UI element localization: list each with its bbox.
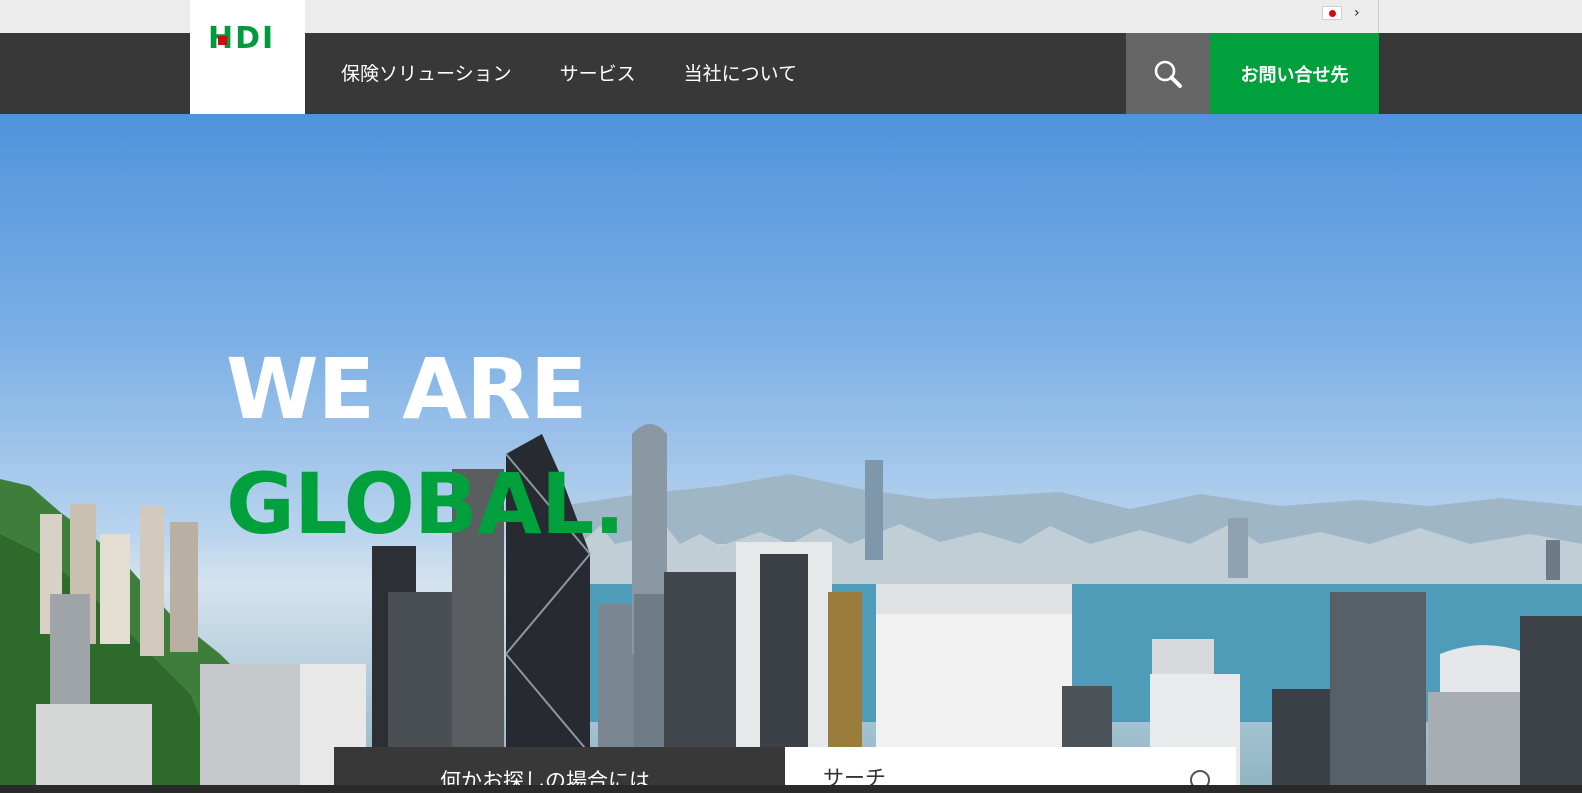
logo-red-mark [218, 36, 227, 45]
nav-item-about-us[interactable]: 当社について [684, 62, 797, 86]
search-icon [1154, 60, 1182, 88]
bottom-strip [0, 785, 1582, 793]
search-panel-label-text: 何かお探しの場合には [440, 769, 650, 787]
divider [1378, 0, 1379, 33]
hero-banner: WE ARE GLOBAL. [0, 114, 1582, 785]
nav-menu: 保険ソリューション サービス 当社について [341, 33, 797, 114]
search-input[interactable] [823, 763, 1163, 787]
japan-flag-icon [1322, 6, 1342, 20]
hdi-logo[interactable]: HDI [190, 0, 305, 114]
chevron-right-icon: › [1354, 5, 1360, 21]
search-panel [785, 747, 1236, 787]
hero-headline-line-1: WE ARE [226, 340, 587, 438]
contact-button[interactable]: お問い合せ先 [1210, 33, 1379, 114]
search-panel-label: 何かお探しの場合には [334, 747, 785, 787]
language-switcher[interactable]: › [1322, 6, 1360, 20]
hero-cityscape-image [0, 424, 1582, 785]
nav-item-insurance-solutions[interactable]: 保険ソリューション [341, 62, 512, 86]
nav-item-services[interactable]: サービス [560, 62, 636, 86]
search-button[interactable] [1126, 33, 1210, 114]
hero-headline-line-2: GLOBAL. [226, 455, 625, 553]
